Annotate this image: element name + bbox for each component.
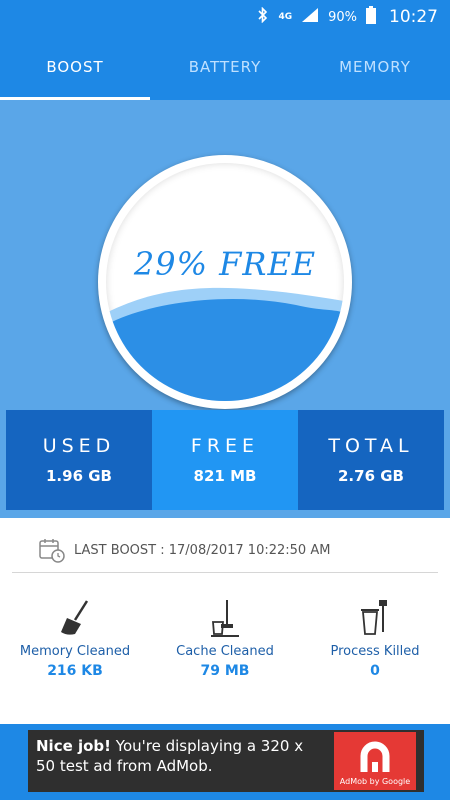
stat-total-label: TOTAL: [328, 435, 414, 457]
ad-banner[interactable]: Nice job! You're displaying a 320 x 50 t…: [28, 730, 424, 792]
stat-used-value: 1.96 GB: [46, 467, 112, 485]
stat-free-value: 821 MB: [193, 467, 257, 485]
metric-process-killed: Process Killed 0: [300, 598, 450, 688]
metric-process-killed-label: Process Killed: [330, 644, 420, 659]
divider: [12, 572, 438, 573]
ad-headline: Nice job!: [36, 737, 112, 755]
last-boost-text: LAST BOOST : 17/08/2017 10:22:50 AM: [74, 542, 331, 558]
battery-percent: 90%: [328, 9, 357, 25]
status-bar: 4G 90% 10:27: [0, 0, 450, 34]
clock: 10:27: [389, 7, 438, 27]
trash-brush-icon: [357, 598, 393, 638]
stat-total: TOTAL 2.76 GB: [298, 410, 444, 510]
metric-memory-cleaned-value: 216 KB: [47, 663, 103, 679]
status-bar-icons: 4G 90% 10:27: [257, 0, 438, 34]
tab-battery[interactable]: BATTERY: [150, 34, 300, 100]
metric-memory-cleaned: Memory Cleaned 216 KB: [0, 598, 150, 688]
metric-process-killed-value: 0: [370, 663, 380, 679]
boost-panel: 29% FREE USED 1.96 GB FREE 821 MB TOTAL …: [0, 100, 450, 518]
cleaning-metrics: Memory Cleaned 216 KB Cache Cleaned 79 M…: [0, 598, 450, 688]
admob-icon: [360, 741, 390, 772]
broom-icon: [57, 598, 93, 638]
calendar-clock-icon: [38, 536, 66, 564]
stat-free-label: FREE: [190, 435, 260, 457]
memory-stats: USED 1.96 GB FREE 821 MB TOTAL 2.76 GB: [6, 410, 444, 510]
tab-bar: BOOST BATTERY MEMORY: [0, 34, 450, 100]
signal-icon: [301, 7, 319, 27]
bluetooth-icon: [257, 6, 269, 27]
stat-free: FREE 821 MB: [152, 410, 298, 510]
metric-cache-cleaned-label: Cache Cleaned: [176, 644, 274, 659]
stat-used-label: USED: [42, 435, 116, 457]
metric-memory-cleaned-label: Memory Cleaned: [19, 644, 131, 659]
metric-cache-cleaned-value: 79 MB: [200, 663, 250, 679]
admob-logo: AdMob by Google: [334, 732, 416, 790]
gauge-inner: 29% FREE: [106, 163, 344, 401]
gauge-free-text: 29% FREE: [133, 245, 317, 283]
battery-icon: [366, 6, 376, 28]
metric-cache-cleaned: Cache Cleaned 79 MB: [150, 598, 300, 688]
stat-used: USED 1.96 GB: [6, 410, 152, 510]
last-boost-row: LAST BOOST : 17/08/2017 10:22:50 AM: [38, 532, 438, 568]
ad-text: Nice job! You're displaying a 320 x 50 t…: [36, 736, 326, 776]
tab-memory[interactable]: MEMORY: [300, 34, 450, 100]
network-type: 4G: [278, 11, 293, 22]
tab-boost[interactable]: BOOST: [0, 34, 150, 100]
mop-bucket-icon: [207, 598, 243, 638]
stat-total-value: 2.76 GB: [338, 467, 404, 485]
memory-gauge[interactable]: 29% FREE: [98, 155, 352, 409]
admob-brand-text: AdMob by Google: [339, 777, 411, 786]
